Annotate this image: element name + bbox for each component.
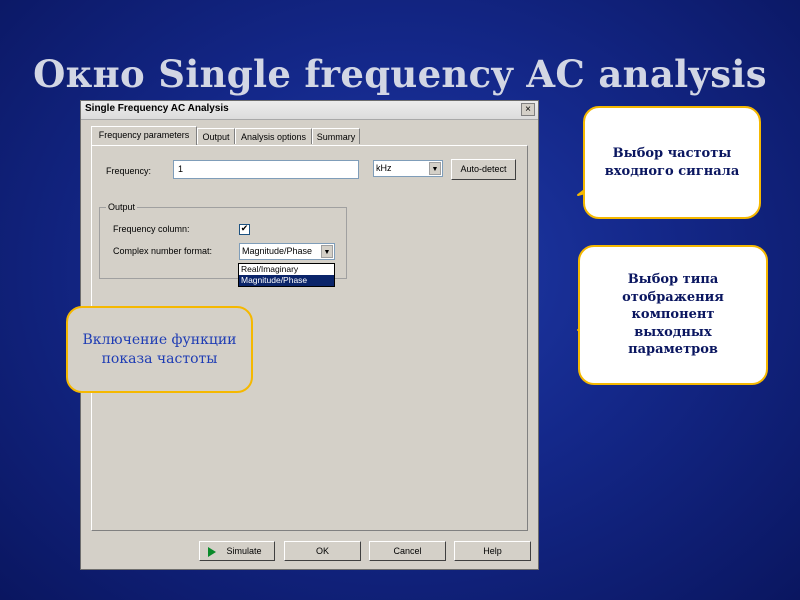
tab-frequency-parameters[interactable]: Frequency parameters [91,126,197,145]
callout-frequency-select: Выбор частоты входного сигнала [583,106,761,219]
callout-frequency-show: Включение функции показа частоты [66,306,253,393]
callout-display-type: Выбор типа отображения компонент выходны… [578,245,768,385]
